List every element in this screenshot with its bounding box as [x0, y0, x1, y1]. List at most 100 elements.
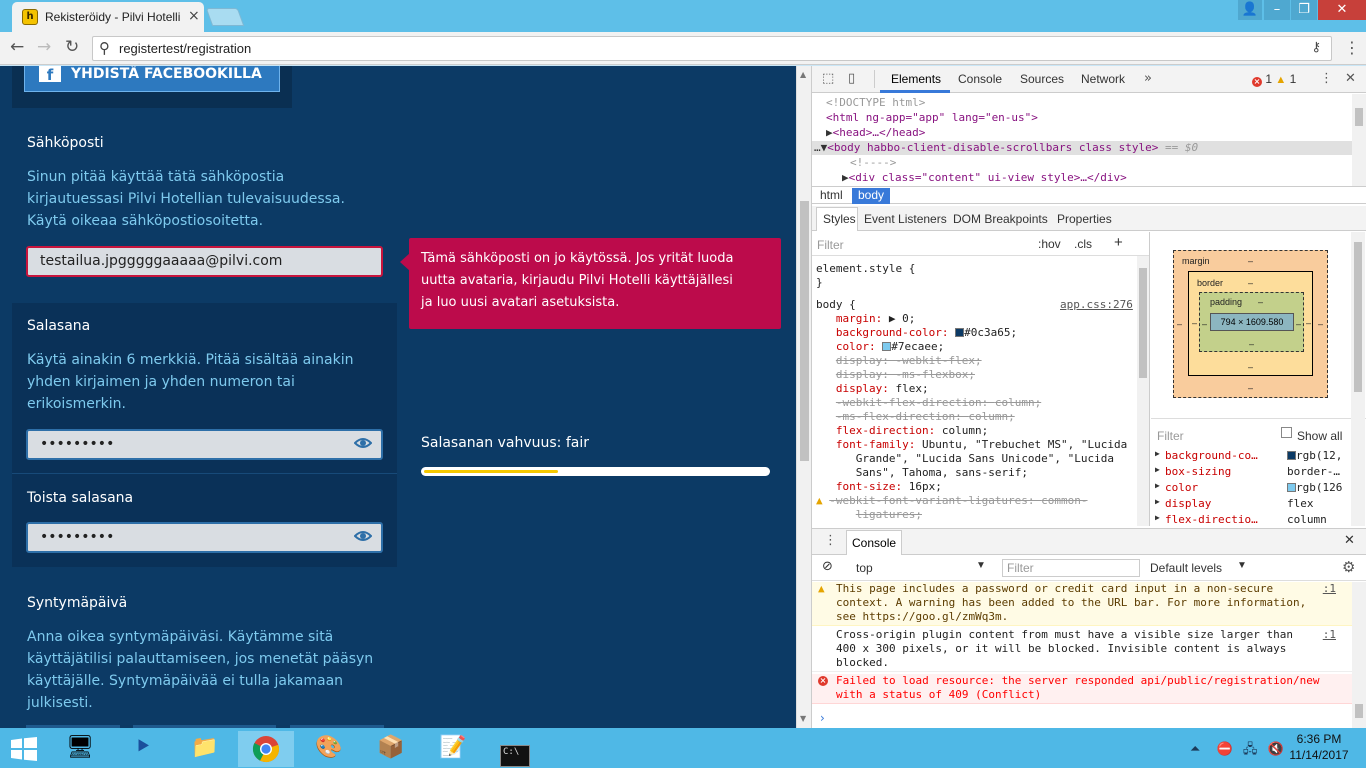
tab-properties[interactable]: Properties: [1057, 212, 1112, 226]
css-declaration[interactable]: flex-direction: column;: [816, 424, 988, 437]
page-scrollbar-thumb[interactable]: [800, 201, 809, 461]
tab-network[interactable]: Network: [1081, 72, 1125, 86]
url-text[interactable]: registertest/registration: [119, 41, 251, 56]
facebook-connect-button[interactable]: f YHDISTÄ FACEBOOKILLA: [24, 66, 280, 92]
close-devtools-icon[interactable]: ✕: [1345, 71, 1356, 86]
drawer-tab-console[interactable]: Console: [846, 530, 903, 555]
css-declaration[interactable]: font-size: 16px;: [816, 480, 942, 493]
console-scrollbar-thumb[interactable]: [1355, 704, 1363, 718]
css-property-name[interactable]: flex-direction:: [836, 424, 942, 437]
reload-icon[interactable]: ↻: [65, 37, 79, 57]
metrics-scrollbar[interactable]: [1351, 232, 1365, 526]
windows-start-icon[interactable]: [10, 737, 38, 761]
css-declaration[interactable]: margin: ▶ 0;: [816, 312, 915, 325]
css-property-value[interactable]: Sans", Tahoma, sans-serif;: [856, 466, 1028, 479]
css-property-value[interactable]: -ms-flexbox;: [895, 368, 974, 381]
paint-icon[interactable]: 🎨: [301, 731, 357, 767]
console-settings-gear-icon[interactable]: ⚙: [1342, 558, 1355, 576]
css-declaration[interactable]: -webkit-flex-direction: column;: [816, 396, 1041, 409]
tray-expand-icon[interactable]: ⏶: [1190, 742, 1200, 757]
styles-scrollbar[interactable]: [1137, 256, 1149, 526]
css-property-value[interactable]: common-: [1041, 494, 1087, 507]
server-manager-icon[interactable]: 🖥: [52, 731, 108, 767]
tab-styles[interactable]: Styles: [823, 212, 856, 226]
browser-menu-icon[interactable]: ⋮: [1344, 38, 1360, 57]
context-select[interactable]: top: [856, 561, 873, 575]
css-declaration[interactable]: ▲ -webkit-font-variant-ligatures: common…: [816, 494, 1088, 507]
expand-arrow-icon[interactable]: ▶: [1155, 513, 1160, 522]
collapse-arrow-icon[interactable]: …▼: [814, 141, 827, 154]
css-property-value[interactable]: Grande", "Lucida Sans Unicode", "Lucida: [856, 452, 1114, 465]
taskbar-clock[interactable]: 6:36 PM 11/14/2017: [1284, 731, 1354, 763]
css-declaration[interactable]: display: flex;: [816, 382, 929, 395]
eye-icon[interactable]: [354, 529, 372, 543]
css-property-name[interactable]: background-color:: [836, 326, 955, 339]
email-field[interactable]: testailua.jpgggggaaaaa@pilvi.com: [26, 246, 383, 277]
repeat-password-field[interactable]: •••••••••: [26, 522, 383, 553]
page-scrollbar[interactable]: ▲ ▼: [796, 66, 811, 728]
eye-icon[interactable]: [354, 436, 372, 450]
browser-tab[interactable]: h Rekisteröidy - Pilvi Hotelli ×: [12, 2, 204, 32]
element-style-rule[interactable]: element.style {: [816, 262, 915, 275]
computed-row[interactable]: ▶ background-co… rgb(12,: [1151, 449, 1366, 465]
dom-scrollbar[interactable]: [1352, 94, 1366, 186]
console-message-source[interactable]: :1: [1323, 628, 1336, 642]
css-property-name[interactable]: -ms-flex-direction:: [836, 410, 968, 423]
powershell-icon[interactable]: ⯈: [115, 731, 171, 767]
back-arrow-icon[interactable]: ←: [10, 37, 24, 57]
styles-filter-input[interactable]: Filter: [817, 238, 844, 252]
css-property-name[interactable]: font-family:: [836, 438, 922, 451]
omnibox[interactable]: ⚲ registertest/registration ⚷: [92, 36, 1332, 61]
console-message-source[interactable]: :1: [1323, 582, 1336, 596]
class-toggle[interactable]: .cls: [1074, 237, 1092, 251]
body-rule-selector[interactable]: body {: [816, 298, 856, 311]
chrome-icon[interactable]: [238, 731, 294, 767]
error-warning-counter[interactable]: × 1 ▲ 1: [1252, 72, 1296, 87]
volume-muted-icon[interactable]: 🔇: [1268, 742, 1284, 757]
css-property-name[interactable]: -webkit-font-variant-ligatures:: [829, 494, 1041, 507]
css-property-value[interactable]: #7ecaee;: [891, 340, 944, 353]
css-property-name[interactable]: margin:: [836, 312, 889, 325]
clear-console-icon[interactable]: ⊘: [822, 559, 833, 574]
close-window-button[interactable]: ✕: [1318, 0, 1366, 20]
computed-filter-input[interactable]: Filter: [1157, 429, 1184, 443]
scroll-up-arrow-icon[interactable]: ▲: [800, 70, 806, 79]
expand-arrow-icon[interactable]: ▶: [842, 171, 849, 184]
tab-dom-breakpoints[interactable]: DOM Breakpoints: [953, 212, 1048, 226]
css-declaration[interactable]: font-family: Ubuntu, "Trebuchet MS", "Lu…: [816, 438, 1127, 451]
css-property-value[interactable]: column;: [968, 410, 1014, 423]
css-property-value[interactable]: ▶ 0;: [889, 312, 916, 325]
css-declaration[interactable]: ligatures;: [816, 508, 922, 521]
close-tab-icon[interactable]: ×: [188, 8, 200, 24]
tools-icon[interactable]: 📦: [363, 731, 419, 767]
css-declaration[interactable]: display: -webkit-flex;: [816, 354, 982, 367]
breadcrumb-html[interactable]: html: [814, 188, 849, 202]
customize-menu-icon[interactable]: ⋮: [1320, 71, 1333, 86]
css-property-name[interactable]: display:: [836, 382, 896, 395]
expand-arrow-icon[interactable]: ▶: [1155, 497, 1160, 506]
css-property-name[interactable]: -webkit-flex-direction:: [836, 396, 995, 409]
dom-head-node[interactable]: ▶<head>…</head>: [826, 126, 925, 139]
log-levels-select[interactable]: Default levels: [1150, 561, 1222, 575]
styles-scrollbar-thumb[interactable]: [1139, 268, 1147, 378]
drawer-menu-icon[interactable]: ⋮: [824, 533, 837, 548]
console-info-message[interactable]: Cross-origin plugin content from must ha…: [812, 628, 1352, 672]
css-property-value[interactable]: #0c3a65;: [964, 326, 1017, 339]
computed-row[interactable]: ▶ color rgb(126: [1151, 481, 1366, 497]
css-declaration[interactable]: Sans", Tahoma, sans-serif;: [816, 466, 1028, 479]
color-swatch-icon[interactable]: [955, 328, 965, 337]
css-property-name[interactable]: display:: [836, 368, 896, 381]
hover-state-toggle[interactable]: :hov: [1038, 237, 1061, 251]
css-property-name[interactable]: color:: [836, 340, 882, 353]
console-error-message[interactable]: × Failed to load resource: the server re…: [812, 674, 1352, 704]
dom-scrollbar-thumb[interactable]: [1355, 108, 1363, 126]
computed-row[interactable]: ▶ box-sizing border-…: [1151, 465, 1366, 481]
devices-icon[interactable]: 🖧: [1243, 742, 1258, 757]
dom-doctype[interactable]: <!DOCTYPE html>: [826, 96, 925, 109]
css-declaration[interactable]: color: #7ecaee;: [816, 340, 944, 353]
tab-elements[interactable]: Elements: [891, 72, 941, 86]
show-all-checkbox[interactable]: [1281, 427, 1292, 438]
password-key-icon[interactable]: ⚷: [1311, 40, 1321, 55]
scroll-down-arrow-icon[interactable]: ▼: [800, 714, 806, 723]
css-declaration[interactable]: background-color: #0c3a65;: [816, 326, 1017, 339]
